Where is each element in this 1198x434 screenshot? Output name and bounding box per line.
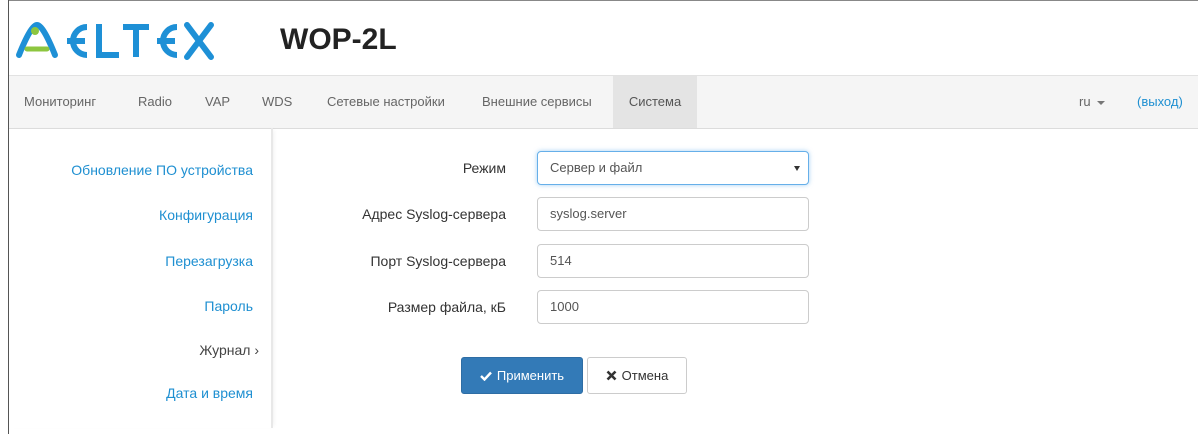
sidebar-item-reboot[interactable]: Перезагрузка <box>165 253 253 269</box>
file-size-input[interactable]: 1000 <box>537 290 809 324</box>
dropdown-arrow-icon <box>794 166 800 171</box>
cancel-button-label: Отмена <box>621 368 669 383</box>
sidebar-item-configuration[interactable]: Конфигурация <box>159 207 253 223</box>
language-dropdown[interactable]: ru <box>1079 76 1105 128</box>
checkmark-icon <box>480 371 492 381</box>
nav-item-network-settings[interactable]: Сетевые настройки <box>327 76 445 128</box>
sidebar-item-log[interactable]: Журнал › <box>199 342 259 358</box>
apply-button-label: Применить <box>496 368 565 383</box>
logout-link[interactable]: (выход) <box>1137 76 1183 128</box>
caret-down-icon <box>1096 100 1105 105</box>
mode-select[interactable]: Сервер и файл <box>537 151 809 185</box>
sidebar: Обновление ПО устройства Конфигурация Пе… <box>9 128 273 428</box>
device-title: WOP-2L <box>280 23 397 56</box>
mode-select-value: Сервер и файл <box>550 160 643 175</box>
syslog-address-label: Адрес Syslog-сервера <box>362 206 506 222</box>
syslog-port-input[interactable]: 514 <box>537 244 809 278</box>
cancel-button[interactable]: Отмена <box>587 357 687 394</box>
mode-label: Режим <box>462 160 506 176</box>
nav-item-wds[interactable]: WDS <box>262 76 292 128</box>
language-label: ru <box>1079 94 1091 109</box>
close-icon <box>606 370 617 381</box>
syslog-address-input[interactable]: syslog.server <box>537 197 809 231</box>
apply-button[interactable]: Применить <box>461 357 583 394</box>
file-size-label: Размер файла, кБ <box>387 299 506 315</box>
sidebar-item-firmware-update[interactable]: Обновление ПО устройства <box>71 162 253 178</box>
nav-item-vap[interactable]: VAP <box>205 76 230 128</box>
sidebar-item-date-time[interactable]: Дата и время <box>166 385 253 401</box>
main-navbar: Мониторинг Radio VAP WDS Сетевые настрой… <box>9 75 1198 129</box>
sidebar-item-password[interactable]: Пароль <box>204 298 253 314</box>
nav-item-monitoring[interactable]: Мониторинг <box>24 76 96 128</box>
nav-item-system[interactable]: Система <box>613 76 697 128</box>
nav-item-radio[interactable]: Radio <box>138 76 172 128</box>
syslog-port-label: Порт Syslog-сервера <box>370 253 506 269</box>
nav-item-external-services[interactable]: Внешние сервисы <box>482 76 592 128</box>
eltex-logo-icon <box>16 21 214 60</box>
header: WOP-2L <box>9 1 1198 75</box>
eltex-logo <box>15 19 215 61</box>
